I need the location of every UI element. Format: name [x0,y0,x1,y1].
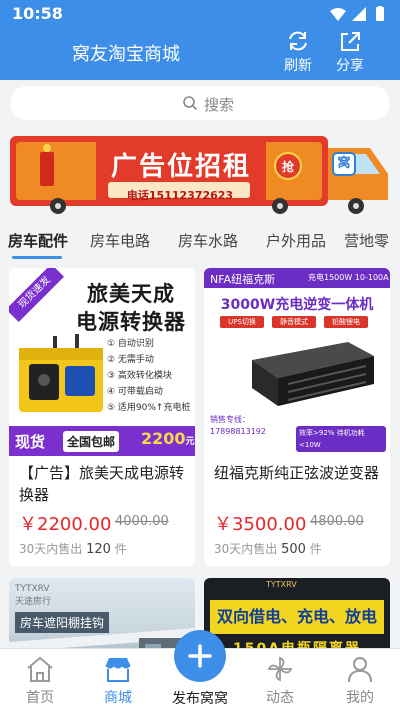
image-headline-2: 电源转换器 [76,310,186,334]
image-headline-1: 旅美天成 [87,282,175,306]
refresh-button[interactable]: 刷新 [278,30,318,74]
banner-title: 广告位招租 [110,152,251,182]
image-price-unit: 元 [185,437,195,447]
feature-item: ① 自动识别 [107,339,154,349]
tab-rv-circuit[interactable]: 房车电路 [90,230,150,251]
image-headline: 3000W充电逆变一体机 [220,297,374,313]
plus-icon [188,644,212,668]
shop-icon [105,658,131,682]
sales-hotline: 销售专线： 17898813192 [210,414,266,438]
sold-info: 30天内售出 500 件 [214,540,322,557]
product-price: ￥2200.00 [19,514,112,535]
sold-suffix: 件 [114,542,127,556]
instock-label: 现货 [15,433,46,451]
image-top-strip: NFA纽福克斯 充电1500W 10-100A [204,268,390,288]
feature-chip: UPS切换 [220,316,264,328]
image-logo-subtext: 天途房行 [15,597,52,607]
category-tabs: 房车配件 房车电路 房车水路 户外用品 营地零 [0,222,400,260]
nav-mall[interactable]: 商城 [88,655,148,707]
tab-rv-water[interactable]: 房车水路 [178,230,238,251]
product-old-price: 4000.00 [115,514,169,529]
publish-fab-label: 发布窝窝 [172,691,228,707]
home-icon [27,656,53,682]
converter-device-graphic [19,334,103,412]
feature-item: ⑤ 适用90%↑充电桩 [107,403,191,413]
feature-item: ③ 高效转化模块 [107,371,172,381]
search-placeholder: 搜索 [204,96,235,114]
battery-icon [376,7,384,21]
status-bar: 10:58 [0,0,400,28]
refresh-icon [289,31,307,51]
inverter-device-graphic [252,342,374,406]
feature-chip: 静音模式 [272,316,316,328]
status-icons [330,6,384,21]
image-logo-text: TYTXRV [15,584,50,594]
sold-prefix: 30天内售出 [214,542,278,556]
product-title: 【广告】旅美天成电源转换器 [19,464,185,504]
sold-count: 500 [281,542,306,557]
share-label: 分享 [336,58,364,74]
product-image: NFA纽福克斯 充电1500W 10-100A 3000W充电逆变一体机 UPS… [204,268,390,461]
image-logo: TYTXRV 天途房行 [15,584,51,607]
nav-mall-label: 商城 [104,690,132,706]
app-title: 窝友淘宝商城 [72,44,180,65]
image-headline-1: 双向借电、充电、放电 [210,600,384,634]
image-brand: NFA纽福克斯 [210,273,276,286]
banner-phone: 电话15112372623 [126,189,234,202]
product-title: 纽福克斯纯正弦波逆变器 [214,464,380,482]
signal-icon [352,7,366,21]
nav-home[interactable]: 首页 [10,655,70,707]
sold-prefix: 30天内售出 [19,542,83,556]
nav-dynamic-label: 动态 [266,690,294,706]
product-image: 现货速发 旅美天成 电源转换器 ① 自动识别 ② 无需手动 ③ 高效转化模块 ④… [9,268,195,456]
user-icon [348,657,372,683]
image-price: 2200元 [141,429,195,448]
nav-mine-label: 我的 [346,690,374,706]
sold-info: 30天内售出 120 件 [19,540,127,557]
tab-rv-parts[interactable]: 房车配件 [8,230,68,251]
search-icon [183,96,198,111]
pinwheel-icon [267,656,293,682]
share-icon [341,32,360,51]
product-card[interactable]: 现货速发 旅美天成 电源转换器 ① 自动识别 ② 无需手动 ③ 高效转化模块 ④… [9,268,195,566]
nav-dynamic[interactable]: 动态 [250,655,310,707]
refresh-label: 刷新 [284,58,312,74]
sales-hotline-number: 17898813192 [210,427,266,436]
product-card[interactable]: NFA纽福克斯 充电1500W 10-100A 3000W充电逆变一体机 UPS… [204,268,390,566]
feature-chips: UPS切换 静音模式 铅酸锂电 [220,316,380,330]
status-time: 10:58 [12,4,63,23]
image-spec: 充电1500W 10-100A [308,273,389,282]
product-old-price: 4800.00 [310,514,364,529]
image-label: 房车遮阳棚挂钩 [15,612,110,633]
wifi-icon [330,8,346,21]
sold-suffix: 件 [309,542,322,556]
image-price-value: 2200 [141,429,186,448]
feature-chip: 铅酸锂电 [324,316,368,328]
banner-logo-badge: 窝 [332,152,356,176]
spec-box: 效率>92% 待机功耗<10W 尺寸:448X275X104MM [296,426,386,461]
free-shipping-label: 全国包邮 [63,431,120,452]
feature-item: ④ 可带载启动 [107,387,163,397]
search-bar[interactable]: 搜索 [10,86,390,120]
ad-banner[interactable]: 广告位招租 电话15112372623 抢 窝 [10,134,392,214]
sales-hotline-label: 销售专线： [210,415,250,424]
image-footer-strip: 现货 全国包邮 2200元 [9,426,195,456]
publish-fab-button[interactable] [174,630,226,682]
top-header: 10:58 窝友淘宝商城 刷新 分享 [0,0,400,80]
banner-grab-badge: 抢 [281,160,294,174]
product-price: ￥3500.00 [214,514,307,535]
nav-home-label: 首页 [26,690,54,706]
app-screen: 10:58 窝友淘宝商城 刷新 分享 搜索 广告位招租 电话1511237262… [0,0,400,711]
share-button[interactable]: 分享 [330,30,370,74]
image-logo: TYTXRV [266,580,297,589]
feature-list: ① 自动识别 ② 无需手动 ③ 高效转化模块 ④ 可带载启动 ⑤ 适用90%↑充… [107,336,190,416]
active-tab-indicator [12,256,62,259]
spec-box-line: 效率>92% 待机功耗<10W [299,429,365,449]
tab-camp[interactable]: 营地零 [344,230,389,251]
nav-mine[interactable]: 我的 [330,655,390,707]
feature-item: ② 无需手动 [107,355,154,365]
tab-outdoor[interactable]: 户外用品 [266,230,326,251]
sold-count: 120 [86,542,111,557]
